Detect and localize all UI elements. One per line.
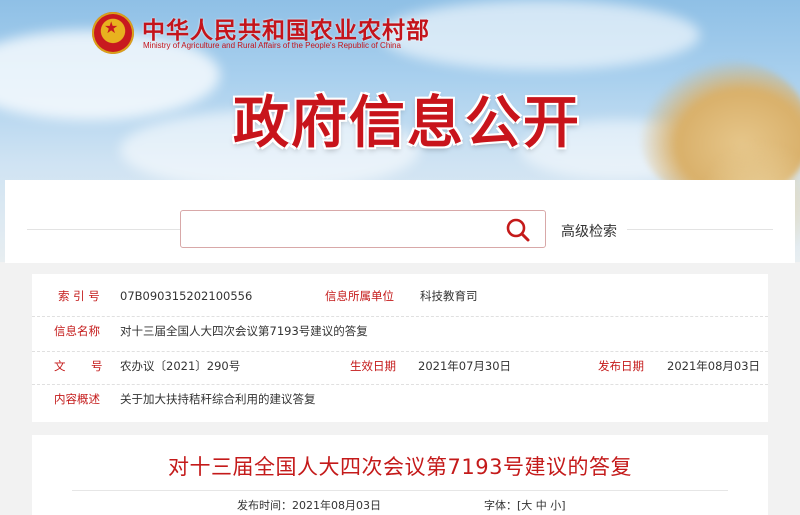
effective-date-label: 生效日期 xyxy=(350,359,396,373)
ministry-name-cn[interactable]: 中华人民共和国农业农村部 xyxy=(142,11,430,45)
doc-number-value: 农办议〔2021〕290号 xyxy=(120,359,241,373)
article-title: 对十三届全国人大四次会议第7193号建议的答复 xyxy=(168,455,632,479)
summary-label: 内容概述 xyxy=(54,392,100,406)
banner-title: 政府信息公开 xyxy=(233,90,581,156)
star-icon: ★ xyxy=(104,18,119,37)
info-row-doc-number: 文 号 农办议〔2021〕290号 生效日期 2021年07月30日 发布日期 … xyxy=(32,351,768,381)
article-panel: 对十三届全国人大四次会议第7193号建议的答复 发布时间：2021年08月03日… xyxy=(32,435,768,515)
national-emblem-logo[interactable]: ★ xyxy=(92,12,134,54)
divider xyxy=(627,229,773,230)
divider xyxy=(27,229,180,230)
font-size-label: 字体： xyxy=(484,499,517,512)
publish-date-value: 2021年08月03日 xyxy=(667,359,761,373)
font-size-selector: 字体：[大 中 小] xyxy=(484,497,566,513)
divider xyxy=(72,490,728,491)
publish-time-value: 2021年08月03日 xyxy=(292,499,381,512)
name-value: 对十三届全国人大四次会议第7193号建议的答复 xyxy=(120,324,368,338)
publish-date-label: 发布日期 xyxy=(598,359,644,373)
document-info-table: 索 引 号 07B090315202100556 信息所属单位 科技教育司 信息… xyxy=(32,274,768,422)
search-panel: 高级检索 xyxy=(5,180,795,263)
bracket: ] xyxy=(561,499,566,512)
font-large-button[interactable]: 大 xyxy=(521,499,532,512)
search-input[interactable] xyxy=(180,210,546,248)
info-row-name: 信息名称 对十三届全国人大四次会议第7193号建议的答复 xyxy=(32,316,768,346)
ministry-name-en: Ministry of Agriculture and Rural Affair… xyxy=(143,41,401,50)
index-label: 索 引 号 xyxy=(58,289,100,303)
doc-number-label-2: 号 xyxy=(91,359,103,373)
effective-date-value: 2021年07月30日 xyxy=(418,359,512,373)
info-row-summary: 内容概述 关于加大扶持秸秆综合利用的建议答复 xyxy=(32,384,768,414)
font-medium-button[interactable]: 中 xyxy=(536,499,547,512)
unit-value: 科技教育司 xyxy=(420,289,478,303)
publish-time-label: 发布时间： xyxy=(237,499,292,512)
info-row-index: 索 引 号 07B090315202100556 信息所属单位 科技教育司 xyxy=(32,282,768,311)
unit-label: 信息所属单位 xyxy=(325,289,394,303)
publish-time: 发布时间：2021年08月03日 xyxy=(237,497,381,513)
search-icon[interactable] xyxy=(505,217,531,243)
name-label: 信息名称 xyxy=(54,324,100,338)
advanced-search-link[interactable]: 高级检索 xyxy=(561,221,617,241)
index-value: 07B090315202100556 xyxy=(120,289,253,303)
summary-value: 关于加大扶持秸秆综合利用的建议答复 xyxy=(120,392,316,406)
font-small-button[interactable]: 小 xyxy=(550,499,561,512)
doc-number-label-1: 文 xyxy=(54,359,66,373)
